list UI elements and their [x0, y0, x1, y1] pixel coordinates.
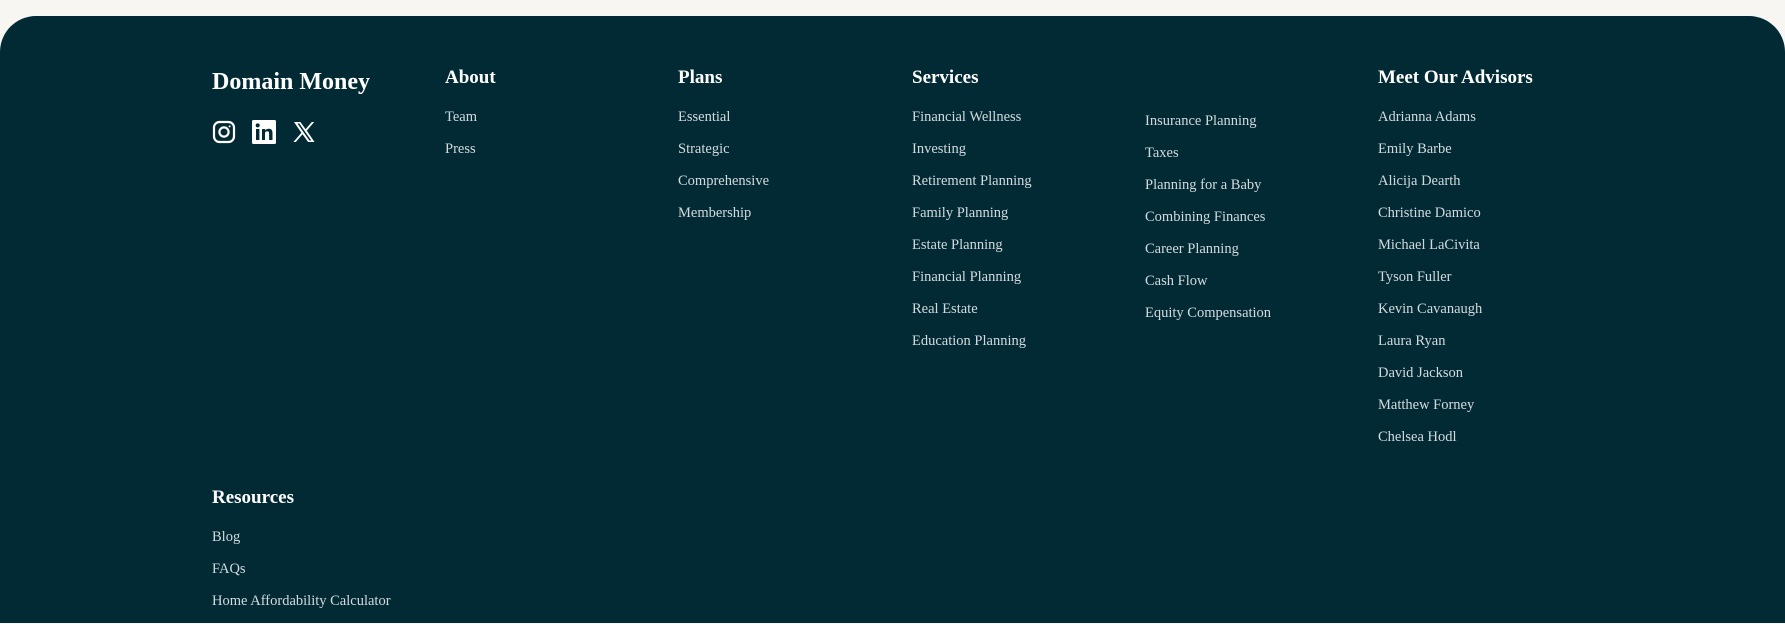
advisor-link[interactable]: Matthew Forney	[1378, 397, 1474, 413]
plans-column: Plans Essential Strategic Comprehensive Mem…	[678, 66, 769, 236]
list-item: Financial Planning	[912, 268, 1032, 300]
list-item: Membership	[678, 204, 769, 236]
advisor-link[interactable]: Christine Damico	[1378, 205, 1481, 221]
list-item: Combining Finances	[1145, 208, 1271, 240]
advisor-link[interactable]: Michael LaCivita	[1378, 237, 1480, 253]
advisor-link[interactable]: Chelsea Hodl	[1378, 429, 1457, 445]
list-item: Estate Planning	[912, 236, 1032, 268]
list-item: Insurance Planning	[1145, 112, 1271, 144]
list-item: Chelsea Hodl	[1378, 428, 1533, 460]
services-heading: Services	[912, 67, 979, 88]
advisor-link[interactable]: Alicija Dearth	[1378, 173, 1461, 189]
plans-link[interactable]: Membership	[678, 205, 751, 221]
list-item: Real Estate	[912, 300, 1032, 332]
resources-heading: Resources	[212, 487, 294, 508]
plans-link[interactable]: Essential	[678, 109, 730, 125]
services-link[interactable]: Financial Wellness	[912, 109, 1021, 125]
list-item: Essential	[678, 108, 769, 140]
services-link[interactable]: Cash Flow	[1145, 273, 1207, 289]
services-link[interactable]: Financial Planning	[912, 269, 1021, 285]
about-column: About Team Press	[445, 66, 496, 172]
services-link[interactable]: Retirement Planning	[912, 173, 1032, 189]
list-item: David Jackson	[1378, 364, 1533, 396]
x-twitter-icon[interactable]	[292, 120, 316, 144]
list-item: Equity Compensation	[1145, 304, 1271, 336]
advisor-link[interactable]: Adrianna Adams	[1378, 109, 1476, 125]
advisor-link[interactable]: David Jackson	[1378, 365, 1463, 381]
services-link[interactable]: Education Planning	[912, 333, 1026, 349]
list-item: Planning for a Baby	[1145, 176, 1271, 208]
list-item: Emily Barbe	[1378, 140, 1533, 172]
services-link[interactable]: Family Planning	[912, 205, 1008, 221]
list-item: Michael LaCivita	[1378, 236, 1533, 268]
advisor-link[interactable]: Laura Ryan	[1378, 333, 1445, 349]
services-link[interactable]: Combining Finances	[1145, 209, 1265, 225]
brand-logo-text[interactable]: Domain Money	[212, 66, 370, 94]
list-item: Tyson Fuller	[1378, 268, 1533, 300]
resources-link[interactable]: FAQs	[212, 561, 246, 577]
list-item: Christine Damico	[1378, 204, 1533, 236]
resources-links: Blog FAQs Home Affordability Calculator	[212, 528, 391, 624]
linkedin-icon[interactable]	[252, 120, 276, 144]
plans-link[interactable]: Comprehensive	[678, 173, 769, 189]
advisors-heading: Meet Our Advisors	[1378, 67, 1533, 88]
list-item: FAQs	[212, 560, 391, 592]
list-item: Matthew Forney	[1378, 396, 1533, 428]
list-item: Home Affordability Calculator	[212, 592, 391, 624]
list-item: Blog	[212, 528, 391, 560]
resources-link[interactable]: Home Affordability Calculator	[212, 593, 391, 609]
services-link[interactable]: Investing	[912, 141, 966, 157]
site-footer: Domain Money About Team Press Plans Esse…	[0, 16, 1785, 623]
services-link[interactable]: Estate Planning	[912, 237, 1003, 253]
advisors-column: Meet Our Advisors Adrianna Adams Emily Ba…	[1378, 66, 1533, 460]
services-links: Financial Wellness Investing Retirement Pl…	[912, 108, 1032, 364]
about-heading: About	[445, 67, 496, 88]
services-column-2: Insurance Planning Taxes Planning for a Ba…	[1145, 112, 1271, 336]
list-item: Education Planning	[912, 332, 1032, 364]
advisor-link[interactable]: Tyson Fuller	[1378, 269, 1452, 285]
services-column: Services Financial Wellness Investing Reti…	[912, 66, 1032, 364]
list-item: Comprehensive	[678, 172, 769, 204]
services-link[interactable]: Planning for a Baby	[1145, 177, 1261, 193]
list-item: Press	[445, 140, 496, 172]
services-links-2: Insurance Planning Taxes Planning for a Ba…	[1145, 112, 1271, 336]
advisor-link[interactable]: Kevin Cavanaugh	[1378, 301, 1482, 317]
services-link[interactable]: Taxes	[1145, 145, 1179, 161]
list-item: Cash Flow	[1145, 272, 1271, 304]
services-link[interactable]: Equity Compensation	[1145, 305, 1271, 321]
instagram-icon[interactable]	[212, 120, 236, 144]
list-item: Career Planning	[1145, 240, 1271, 272]
list-item: Family Planning	[912, 204, 1032, 236]
about-link[interactable]: Press	[445, 141, 476, 157]
list-item: Laura Ryan	[1378, 332, 1533, 364]
list-item: Investing	[912, 140, 1032, 172]
list-item: Adrianna Adams	[1378, 108, 1533, 140]
services-link[interactable]: Insurance Planning	[1145, 113, 1257, 129]
plans-links: Essential Strategic Comprehensive Membershi…	[678, 108, 769, 236]
list-item: Kevin Cavanaugh	[1378, 300, 1533, 332]
social-links	[212, 120, 370, 144]
resources-link[interactable]: Blog	[212, 529, 240, 545]
list-item: Financial Wellness	[912, 108, 1032, 140]
list-item: Alicija Dearth	[1378, 172, 1533, 204]
advisors-links: Adrianna Adams Emily Barbe Alicija Dearth C…	[1378, 108, 1533, 460]
about-link[interactable]: Team	[445, 109, 477, 125]
services-link[interactable]: Real Estate	[912, 301, 978, 317]
resources-column: Resources Blog FAQs Home Affordability Cal…	[212, 486, 391, 624]
plans-link[interactable]: Strategic	[678, 141, 730, 157]
list-item: Retirement Planning	[912, 172, 1032, 204]
advisor-link[interactable]: Emily Barbe	[1378, 141, 1452, 157]
list-item: Team	[445, 108, 496, 140]
plans-heading: Plans	[678, 67, 723, 88]
list-item: Taxes	[1145, 144, 1271, 176]
list-item: Strategic	[678, 140, 769, 172]
brand-column: Domain Money	[212, 66, 370, 144]
about-links: Team Press	[445, 108, 496, 172]
services-link[interactable]: Career Planning	[1145, 241, 1239, 257]
